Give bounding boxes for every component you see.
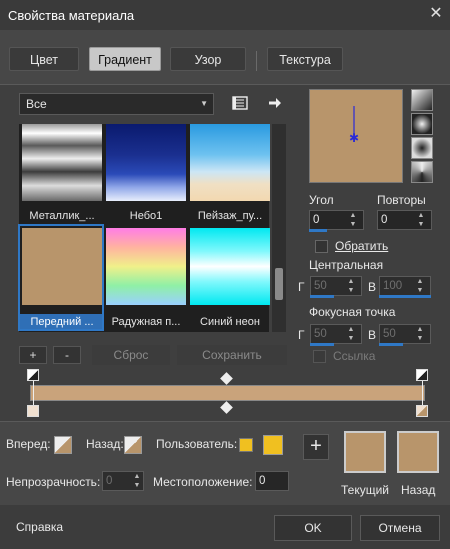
opacity-input[interactable]: 0 ▲ ▼ (102, 471, 144, 491)
linear-gradient-type-icon[interactable] (411, 89, 433, 111)
bottom-left-color-stop-icon[interactable] (27, 405, 39, 417)
rectangular-gradient-type-icon[interactable] (411, 113, 433, 135)
center-h-input[interactable]: 50 ▲ ▼ (310, 276, 362, 296)
preset-label-rainbow[interactable]: Радужная п... (104, 314, 188, 330)
angle-slider-fill[interactable] (309, 229, 327, 232)
user-color-small-swatch[interactable] (239, 438, 253, 452)
gallery-scrollbar[interactable] (272, 124, 286, 332)
invert-checkbox[interactable] (315, 240, 328, 253)
remove-preset-button[interactable]: - (53, 346, 81, 364)
back-color-large-swatch[interactable] (397, 431, 439, 473)
focus-h-slider-fill[interactable] (310, 343, 334, 346)
preset-thumb-foreground[interactable] (22, 228, 102, 305)
repeats-input[interactable]: 0 ▲ ▼ (377, 210, 432, 230)
focus-v-prefix: В (368, 328, 377, 342)
back-large-label: Назад (401, 483, 436, 497)
svg-text:✱: ✱ (349, 131, 359, 145)
bottom-right-color-stop-icon[interactable] (416, 405, 428, 417)
spin-arrows-icon[interactable]: ▲ ▼ (410, 277, 430, 295)
preset-label-blue-neon[interactable]: Синий неон (188, 314, 272, 330)
invert-label[interactable]: Обратить (335, 239, 388, 253)
location-input[interactable]: 0 (255, 471, 289, 491)
sunburst-gradient-type-icon[interactable] (411, 161, 433, 183)
current-color-swatch[interactable] (344, 431, 386, 473)
category-dropdown[interactable]: Все ▼ (19, 93, 214, 115)
left-stop-line (33, 381, 34, 405)
spin-arrows-icon[interactable]: ▲ ▼ (341, 277, 361, 295)
current-label: Текущий (341, 483, 389, 497)
reset-button[interactable]: Сброс (92, 345, 170, 365)
book-icon[interactable] (229, 92, 251, 114)
link-label[interactable]: Ссылка (333, 349, 375, 363)
window-title: Свойства материала (8, 8, 135, 23)
preset-thumb-sky[interactable] (106, 124, 186, 201)
arrow-right-icon[interactable] (264, 92, 286, 114)
preset-label-metallic[interactable]: Металлик_... (20, 208, 104, 224)
angle-indicator-icon: ✱ (349, 106, 359, 145)
help-link[interactable]: Справка (16, 520, 63, 534)
user-label: Пользователь: (156, 437, 238, 451)
preset-label-foreground[interactable]: Передний ... (20, 314, 104, 330)
tab-texture[interactable]: Текстура (267, 47, 343, 71)
chevron-down-icon: ▼ (200, 99, 208, 108)
location-label: Местоположение: (153, 475, 253, 489)
opacity-label: Непрозрачность: (6, 475, 101, 489)
save-button[interactable]: Сохранить (177, 345, 287, 365)
center-v-input[interactable]: 100 ▲ ▼ (379, 276, 431, 296)
forward-label: Вперед: (6, 437, 51, 451)
preset-thumb-metallic[interactable] (22, 124, 102, 201)
focus-v-input[interactable]: 50 ▲ ▼ (379, 324, 431, 344)
link-checkbox[interactable] (313, 350, 326, 363)
spin-arrows-icon[interactable]: ▲ ▼ (343, 211, 363, 229)
spin-arrows-icon[interactable]: ▲ ▼ (341, 325, 361, 343)
preset-thumb-blue-neon[interactable] (190, 228, 270, 305)
gradient-preview[interactable]: ✱ (309, 89, 403, 183)
close-icon[interactable]: ✕ (426, 4, 446, 24)
tab-pattern[interactable]: Узор (170, 47, 246, 71)
preset-thumb-landscape[interactable] (190, 124, 270, 201)
right-stop-line (422, 381, 423, 405)
center-v-slider-fill[interactable] (379, 295, 431, 298)
add-stop-button[interactable]: + (303, 434, 329, 460)
spin-arrows-icon[interactable]: ▲ ▼ (411, 211, 431, 229)
back-color-swatch[interactable] (124, 436, 142, 454)
back-label: Назад: (86, 437, 124, 451)
center-h-slider-fill[interactable] (310, 295, 334, 298)
focus-h-input[interactable]: 50 ▲ ▼ (310, 324, 362, 344)
repeats-label: Повторы (377, 193, 426, 207)
forward-color-swatch[interactable] (54, 436, 72, 454)
center-v-prefix: В (368, 280, 377, 294)
add-preset-button[interactable]: + (19, 346, 47, 364)
focus-h-prefix: Г (298, 328, 305, 342)
cancel-button[interactable]: Отмена (360, 515, 440, 541)
top-left-opacity-stop-icon[interactable] (27, 369, 39, 381)
tab-gradient[interactable]: Градиент (89, 47, 161, 71)
gallery-scroll-thumb[interactable] (275, 268, 283, 300)
category-value: Все (26, 97, 47, 111)
tab-color[interactable]: Цвет (9, 47, 79, 71)
preset-thumb-rainbow[interactable] (106, 228, 186, 305)
radial-gradient-type-icon[interactable] (411, 137, 433, 159)
angle-input[interactable]: 0 ▲ ▼ (309, 210, 364, 230)
center-label: Центральная (309, 258, 384, 272)
spin-arrows-icon[interactable]: ▲ ▼ (410, 325, 430, 343)
ok-button[interactable]: OK (274, 515, 352, 541)
user-color-swatch[interactable] (263, 435, 283, 455)
preset-label-landscape[interactable]: Пейзаж_пу... (188, 208, 272, 224)
tab-separator (256, 51, 257, 71)
spin-arrows-icon[interactable]: ▲ ▼ (131, 472, 143, 490)
center-h-prefix: Г (298, 280, 305, 294)
focus-v-slider-fill[interactable] (379, 343, 403, 346)
focus-label: Фокусная точка (309, 305, 396, 319)
top-right-opacity-stop-icon[interactable] (416, 369, 428, 381)
gradient-bar[interactable] (30, 385, 425, 401)
angle-label: Угол (309, 193, 334, 207)
preset-gallery: Металлик_... Небо1 Пейзаж_пу... Передний… (19, 124, 272, 332)
preset-label-sky[interactable]: Небо1 (104, 208, 188, 224)
